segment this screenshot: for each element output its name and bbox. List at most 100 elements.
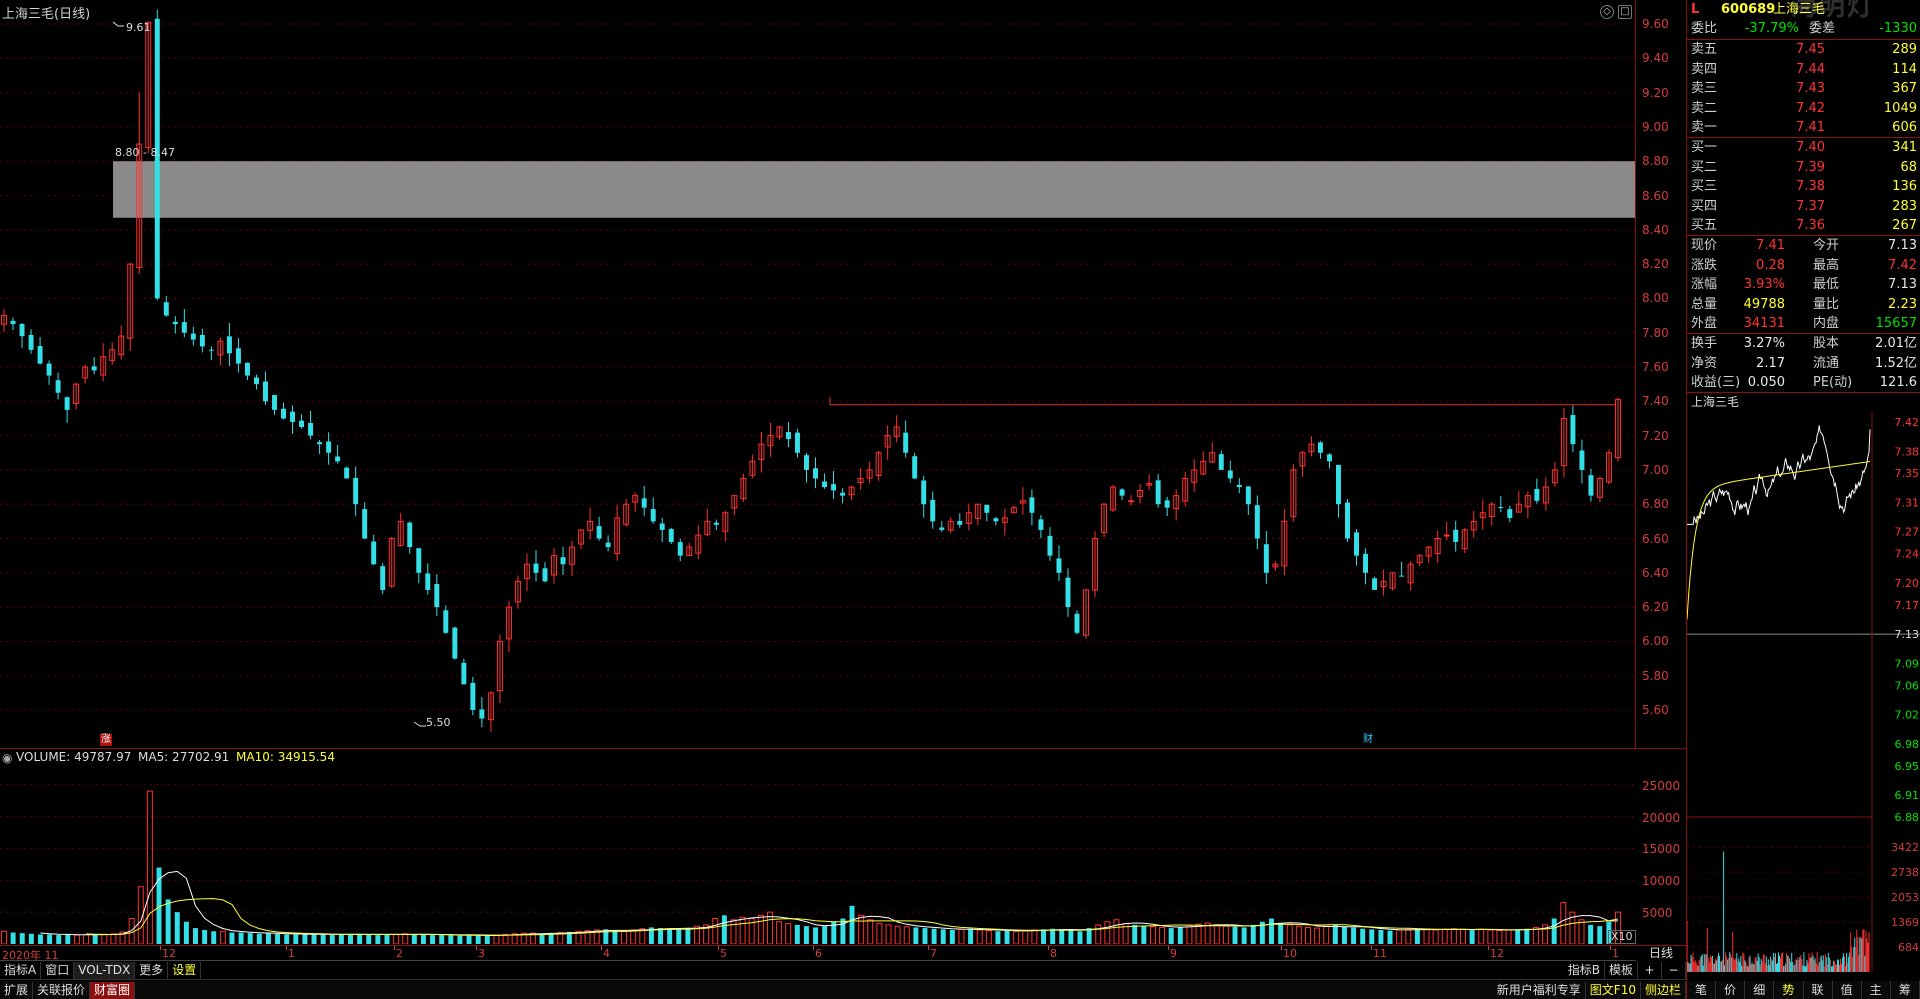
volume-bar (293, 934, 299, 944)
indicator-b-button[interactable]: 指标B (1564, 962, 1605, 979)
daily-period-button[interactable]: 日线 (1636, 945, 1686, 961)
ask-price: 7.44 (1796, 61, 1825, 77)
volume-bar (1241, 927, 1247, 944)
candle-body (1570, 415, 1576, 445)
f10-button[interactable]: 图文F10 (1586, 981, 1641, 999)
bottom-tab[interactable]: 笔 (1687, 981, 1717, 999)
price-axis-label: 9.00 (1642, 119, 1669, 134)
stat-label: 内盘 (1813, 316, 1840, 332)
candle-body (272, 395, 277, 410)
bottom-tab[interactable]: 值 (1833, 981, 1862, 999)
candle-body (1317, 442, 1323, 453)
volume-bar (146, 790, 153, 944)
candle-body (91, 366, 97, 371)
kline-chart[interactable]: 上海三毛(日线) ◇ □ 9.61 5.50 8.80 - 8.47 涨 财 (0, 0, 1636, 748)
volume-bar (822, 926, 828, 944)
candle-body (1263, 544, 1269, 573)
volume-bar (1396, 929, 1403, 944)
candle-body (199, 334, 205, 347)
bid-volume: 136 (1892, 179, 1917, 195)
bottom-tab[interactable]: 联 (1804, 981, 1833, 999)
template-button[interactable]: 模板 (1605, 962, 1638, 979)
volume-bar (612, 930, 618, 944)
volume-bar (1031, 929, 1038, 944)
wealth-circle-button[interactable]: 财富圈 (90, 981, 136, 999)
candle-body (55, 380, 61, 393)
volume-bar (1095, 924, 1102, 944)
volume-bar (1341, 926, 1347, 944)
volume-bar (885, 924, 892, 944)
stat-label: 今开 (1813, 238, 1840, 253)
volume-bar (1278, 923, 1284, 944)
volume-axis-label: 10000 (1642, 874, 1681, 889)
volume-bar (275, 933, 281, 944)
volume-bar (1286, 924, 1293, 944)
fundamental-label: 收益(三) (1691, 375, 1741, 391)
window-button[interactable]: 窗口 (41, 962, 75, 979)
bottom-tab[interactable]: 价 (1716, 981, 1746, 999)
zoom-out-button[interactable]: − (1662, 962, 1686, 979)
ask-price: 7.41 (1796, 120, 1825, 136)
indicator-a-button[interactable]: 指标A (0, 962, 42, 979)
price-axis-label: 9.20 (1642, 85, 1669, 100)
volume-bar (247, 933, 253, 944)
sidebar-button[interactable]: 侧边栏 (1641, 981, 1686, 999)
stat-label: 总量 (1691, 296, 1718, 312)
candle-body (19, 324, 25, 337)
volume-bar (1405, 928, 1412, 944)
candle-body (1164, 500, 1170, 508)
ask-volume: 606 (1892, 120, 1917, 136)
candle-body (353, 477, 359, 505)
bottom-tab[interactable]: 筹 (1891, 981, 1920, 999)
price-axis-label: 8.80 (1642, 154, 1669, 169)
candle-body (785, 432, 791, 440)
bottom-tab[interactable]: 细 (1745, 981, 1775, 999)
settings-button[interactable]: 设置 (168, 962, 202, 979)
zoom-icon[interactable]: ◇ (1600, 5, 1614, 19)
chart-title: 上海三毛(日线) (2, 7, 91, 22)
settings-dot-icon[interactable]: ◉ (2, 751, 12, 765)
close-icon[interactable]: □ (1618, 5, 1632, 19)
price-axis: 9.60 9.40 9.20 9.00 8.80 8.60 8.40 8.20 8.00 7.80… (1636, 0, 1686, 748)
volume-bar (1560, 902, 1567, 944)
more-button[interactable]: 更多 (135, 962, 169, 979)
stat-row: 外盘 34131 内盘 15657 (1687, 314, 1920, 333)
bid-row[interactable]: 买四 7.37 283 (1687, 197, 1920, 216)
bid-row[interactable]: 买五 7.36 267 (1687, 216, 1920, 235)
vol-tdx-button[interactable]: VOL-TDX (74, 962, 136, 979)
fundamental-value: 121.6 (1879, 375, 1917, 391)
candle-body (344, 467, 350, 479)
volume-bar (1004, 930, 1010, 944)
volume-bar (803, 926, 809, 944)
ask-row[interactable]: 卖四 7.44 114 (1687, 60, 1920, 79)
volume-bar (65, 934, 71, 944)
volume-bar (56, 935, 62, 944)
price-axis-label: 8.20 (1642, 257, 1669, 272)
stat-label: 量比 (1813, 296, 1840, 312)
bid-row[interactable]: 买三 7.38 136 (1687, 177, 1920, 196)
intraday-mini-chart[interactable]: 7.42 7.38 7.35 7.31 7.27 7.24 7.20 7.17 7.13 7.09… (1687, 412, 1920, 972)
candle-body (1074, 613, 1080, 633)
bottom-tab[interactable]: 势 (1774, 981, 1804, 999)
expand-button[interactable]: 扩展 (0, 981, 34, 999)
ask-row[interactable]: 卖五 7.45 289 (1687, 40, 1920, 59)
bottom-tab[interactable]: 主 (1862, 981, 1891, 999)
volume-bar (1487, 929, 1494, 944)
date-axis-label: 9 (1170, 947, 1177, 960)
candle-body (317, 442, 323, 445)
stat-label: 最高 (1813, 257, 1840, 273)
bid-row[interactable]: 买二 7.39 68 (1687, 158, 1920, 177)
ask-row[interactable]: 卖三 7.43 367 (1687, 79, 1920, 98)
related-quote-button[interactable]: 关联报价 (33, 981, 91, 999)
ask-row[interactable]: 卖二 7.42 1049 (1687, 99, 1920, 118)
cai-tag[interactable]: 财 (1363, 734, 1373, 746)
volume-bar (92, 934, 98, 944)
volume-svg (0, 784, 1636, 944)
ask-row[interactable]: 卖一 7.41 606 (1687, 118, 1920, 137)
zhang-tag[interactable]: 涨 (100, 734, 112, 746)
bid-row[interactable]: 买一 7.40 341 (1687, 138, 1920, 157)
zoom-in-button[interactable]: + (1638, 962, 1662, 979)
volume-bar (19, 933, 25, 944)
volume-bar (739, 916, 746, 944)
new-user-promo-link[interactable]: 新用户福利专享 (1493, 981, 1586, 999)
